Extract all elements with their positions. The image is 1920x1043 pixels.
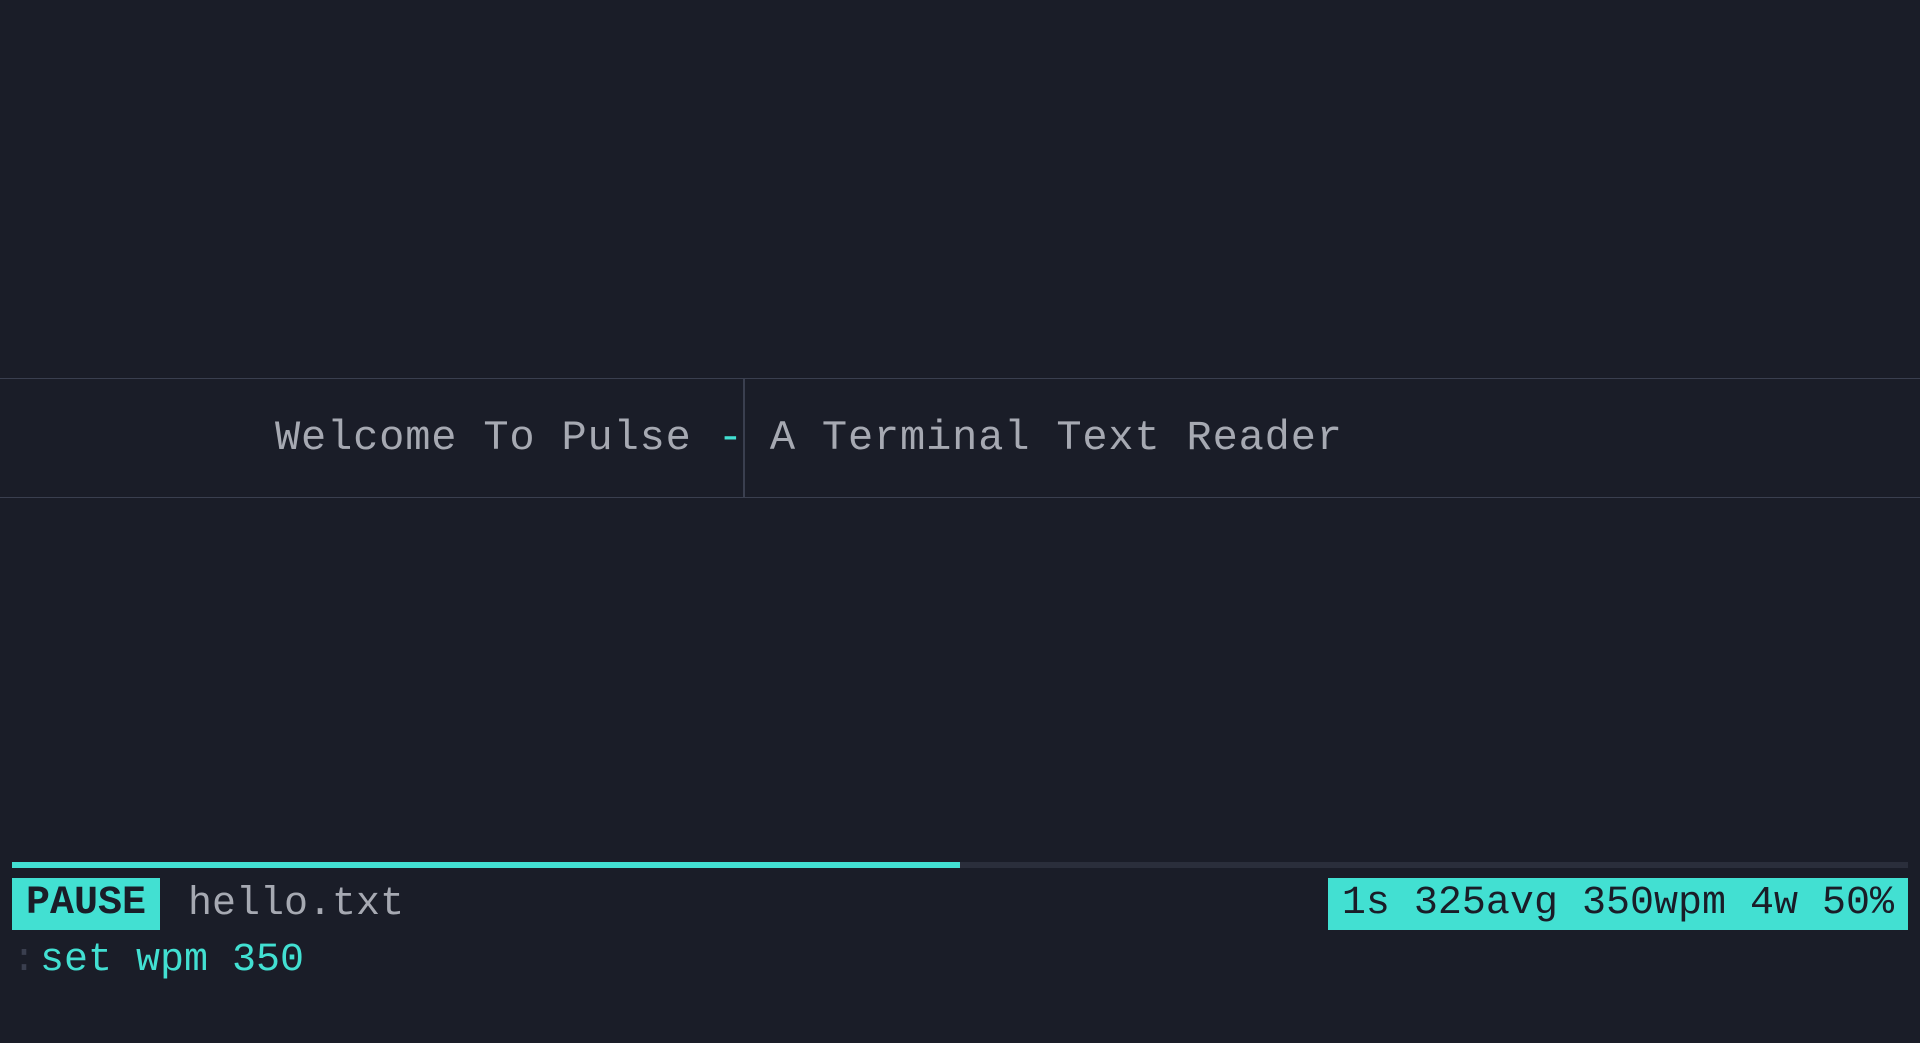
reading-text-post: A Terminal Text Reader [744, 414, 1343, 462]
progress-bar[interactable] [12, 862, 1908, 868]
reading-text-orp: - [718, 414, 744, 462]
command-input[interactable] [40, 938, 1040, 983]
reading-text-pre: Welcome To Pulse [275, 414, 718, 462]
status-bar: PAUSE hello.txt 1s 325avg 350wpm 4w 50% [12, 878, 1908, 930]
progress-fill [12, 862, 960, 868]
reading-text: Welcome To Pulse - A Terminal Text Reade… [275, 414, 1343, 462]
stats-chip: 1s 325avg 350wpm 4w 50% [1328, 878, 1908, 930]
terminal-root: Welcome To Pulse - A Terminal Text Reade… [0, 0, 1920, 1043]
file-name: hello.txt [188, 882, 404, 927]
command-prefix: : [12, 938, 36, 983]
reading-strip: Welcome To Pulse - A Terminal Text Reade… [0, 378, 1920, 498]
command-line[interactable]: : [12, 938, 1040, 983]
mode-chip[interactable]: PAUSE [12, 878, 160, 930]
